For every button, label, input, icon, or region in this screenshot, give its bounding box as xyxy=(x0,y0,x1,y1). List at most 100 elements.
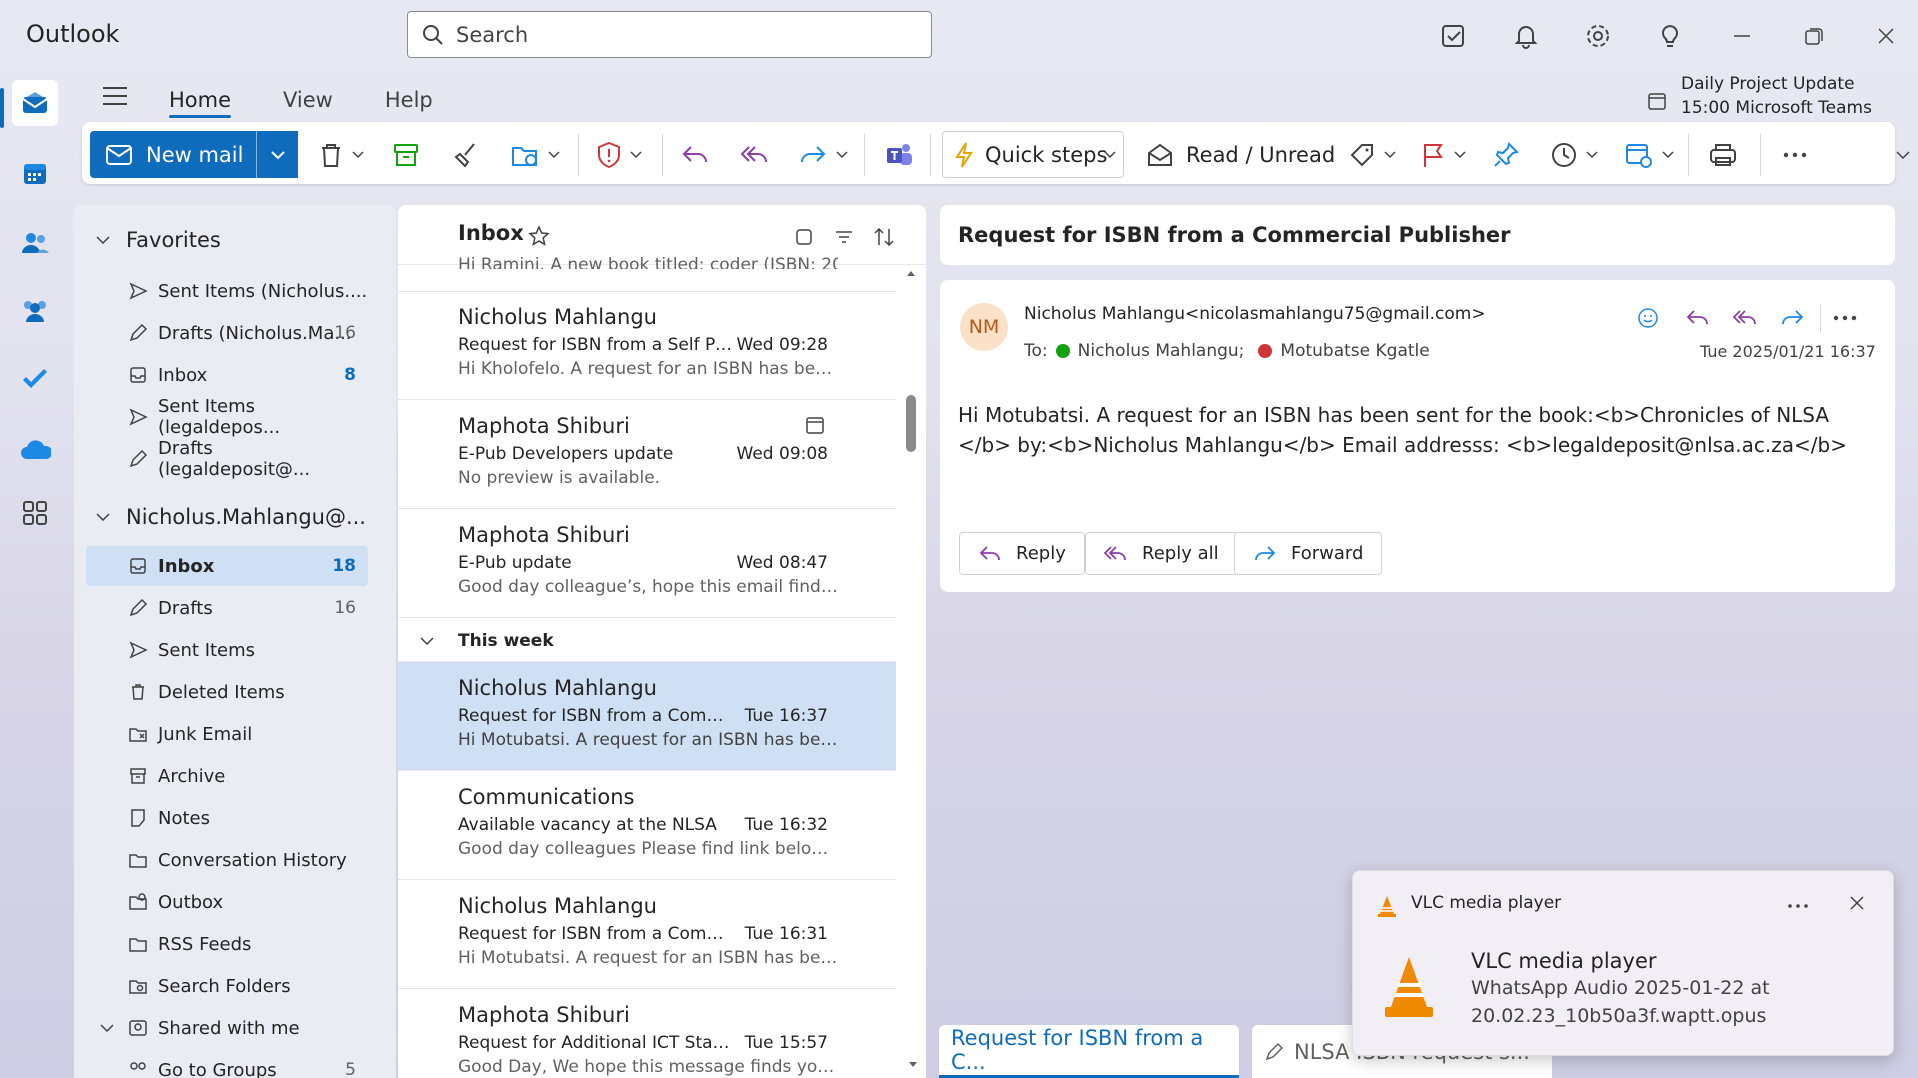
reply-all-icon[interactable] xyxy=(1732,306,1758,330)
meeting-title: Daily Project Update xyxy=(1681,74,1855,94)
mail-app-icon[interactable] xyxy=(12,80,58,126)
folder-item-rss[interactable]: RSS Feeds xyxy=(86,924,368,964)
folder-item-inbox[interactable]: Inbox 18 xyxy=(86,546,368,586)
folder-item-junk[interactable]: Junk Email xyxy=(86,714,368,754)
teams-button[interactable] xyxy=(884,136,914,174)
scroll-down-icon[interactable] xyxy=(906,1060,920,1070)
print-button[interactable] xyxy=(1708,136,1738,174)
notification-toast[interactable]: VLC media player VLC media player WhatsA… xyxy=(1352,870,1894,1056)
folder-item-sent-legaldeposit[interactable]: Sent Items (legaldepos... xyxy=(86,396,368,438)
sweep-button[interactable] xyxy=(452,136,480,174)
forward-icon[interactable] xyxy=(1780,306,1806,330)
folder-item-conversation-history[interactable]: Conversation History xyxy=(86,840,368,880)
more-apps-icon[interactable] xyxy=(12,490,58,536)
message-row[interactable]: Nicholus Mahlangu Request for ISBN from a… xyxy=(398,662,896,771)
calendar-app-icon[interactable] xyxy=(12,150,58,196)
close-icon[interactable] xyxy=(1849,895,1865,911)
folder-item-drafts-nicholus[interactable]: Drafts (Nicholus.Ma... 16 xyxy=(86,313,368,353)
rail-selection-indicator xyxy=(0,88,4,128)
forward-icon xyxy=(801,146,826,163)
folder-item-deleted[interactable]: Deleted Items xyxy=(86,672,368,712)
recipient-1[interactable]: Nicholus Mahlangu; xyxy=(1078,341,1245,361)
account-header[interactable]: Nicholus.Mahlangu@... xyxy=(96,505,366,529)
snooze-button[interactable] xyxy=(1550,136,1598,174)
message-row[interactable]: Communications Available vacancy at the N… xyxy=(398,771,896,880)
folder-item-drafts[interactable]: Drafts 16 xyxy=(86,588,368,628)
close-icon[interactable] xyxy=(1868,18,1904,54)
message-row[interactable]: Maphota Shiburi E-Pub Developers update We… xyxy=(398,400,896,509)
message-row[interactable]: Nicholus Mahlangu Request for ISBN from a… xyxy=(398,880,896,989)
ribbon-expand-button[interactable] xyxy=(1896,136,1910,174)
quick-steps-dropdown[interactable] xyxy=(1104,136,1116,174)
go-to-groups[interactable]: Go to Groups 5 xyxy=(86,1050,368,1078)
folder-item-inbox-fav[interactable]: Inbox 8 xyxy=(86,355,368,395)
reply-all-button[interactable]: Reply all xyxy=(1085,532,1238,575)
folder-item-search-folders[interactable]: Search Folders xyxy=(86,966,368,1006)
tab-view[interactable]: View xyxy=(257,80,359,120)
groups-app-icon[interactable] xyxy=(12,287,58,333)
report-button[interactable] xyxy=(596,136,642,174)
folder-item-sent-nicholus[interactable]: Sent Items (Nicholus.... xyxy=(86,271,368,311)
folder-item-sent[interactable]: Sent Items xyxy=(86,630,368,670)
restore-icon[interactable] xyxy=(1796,18,1832,54)
star-icon[interactable] xyxy=(528,225,550,247)
folder-item-archive[interactable]: Archive xyxy=(86,756,368,796)
tab-help[interactable]: Help xyxy=(359,80,459,120)
flag-button[interactable] xyxy=(1420,136,1466,174)
folder-item-drafts-legaldeposit[interactable]: Drafts (legaldeposit@... xyxy=(86,438,368,480)
chevron-down-icon xyxy=(1586,151,1598,159)
sent-folder-icon xyxy=(128,640,148,660)
shared-with-me[interactable]: Shared with me xyxy=(86,1008,368,1048)
reply-icon[interactable] xyxy=(1684,306,1710,330)
reply-all-ribbon-button[interactable] xyxy=(740,136,770,174)
message-sender: Maphota Shiburi xyxy=(458,1003,630,1027)
week-group-header[interactable]: This week xyxy=(398,620,896,662)
filter-icon[interactable] xyxy=(834,227,854,247)
scrollbar-thumb[interactable] xyxy=(906,395,916,452)
new-mail-dropdown[interactable] xyxy=(256,131,298,178)
message-row[interactable]: Maphota Shiburi Request for Additional IC… xyxy=(398,989,896,1078)
categorize-button[interactable] xyxy=(1348,136,1396,174)
reply-ribbon-button[interactable] xyxy=(680,136,710,174)
ellipsis-icon[interactable] xyxy=(1787,903,1809,909)
sort-icon[interactable] xyxy=(872,225,896,249)
read-unread-button[interactable]: Read / Unread xyxy=(1146,136,1335,174)
sender-name[interactable]: Nicholus Mahlangu<nicolasmahlangu75@gmai… xyxy=(1024,304,1486,324)
delete-button[interactable] xyxy=(318,136,364,174)
forward-ribbon-button[interactable] xyxy=(798,136,848,174)
hamburger-menu-icon[interactable] xyxy=(100,84,134,114)
inbox-folder-icon xyxy=(128,365,148,385)
message-preview: Hi Motubatsi. A request for an ISBN has … xyxy=(458,948,838,968)
folder-item-outbox[interactable]: Outbox xyxy=(86,882,368,922)
favorites-header[interactable]: Favorites xyxy=(96,228,221,252)
people-app-icon[interactable] xyxy=(12,220,58,266)
select-icon[interactable] xyxy=(794,227,814,247)
tab-home[interactable]: Home xyxy=(143,80,257,120)
message-list-scrollbar[interactable] xyxy=(904,268,918,1068)
lightbulb-icon[interactable] xyxy=(1652,18,1688,54)
emoji-react-icon[interactable] xyxy=(1636,306,1660,330)
folder-item-notes[interactable]: Notes xyxy=(86,798,368,838)
ellipsis-icon[interactable] xyxy=(1832,314,1858,322)
avatar[interactable]: NM xyxy=(960,303,1008,351)
todo-app-icon[interactable] xyxy=(12,356,58,402)
reply-button[interactable]: Reply xyxy=(959,532,1085,575)
message-row[interactable]: Maphota Shiburi E-Pub update Wed 08:47 Good… xyxy=(398,509,896,618)
draft-tab-active[interactable]: Request for ISBN from a C... xyxy=(939,1025,1239,1078)
message-row[interactable]: Nicholus Mahlangu Request for ISBN from a… xyxy=(398,291,896,400)
rules-button[interactable] xyxy=(1624,136,1674,174)
folder-label: Conversation History xyxy=(158,849,347,871)
search-input[interactable]: Search xyxy=(407,11,932,58)
move-to-button[interactable] xyxy=(510,136,560,174)
more-options-button[interactable] xyxy=(1782,136,1808,174)
archive-button[interactable] xyxy=(392,136,420,174)
minimize-icon[interactable] xyxy=(1724,18,1760,54)
quick-steps-button[interactable]: Quick steps xyxy=(942,131,1124,178)
gear-icon[interactable] xyxy=(1580,18,1616,54)
pin-button[interactable] xyxy=(1492,136,1520,174)
forward-button[interactable]: Forward xyxy=(1234,532,1383,575)
onedrive-app-icon[interactable] xyxy=(12,426,58,472)
recipient-2[interactable]: Motubatse Kgatle xyxy=(1280,341,1429,361)
bell-icon[interactable] xyxy=(1508,18,1544,54)
my-day-icon[interactable] xyxy=(1436,18,1472,54)
